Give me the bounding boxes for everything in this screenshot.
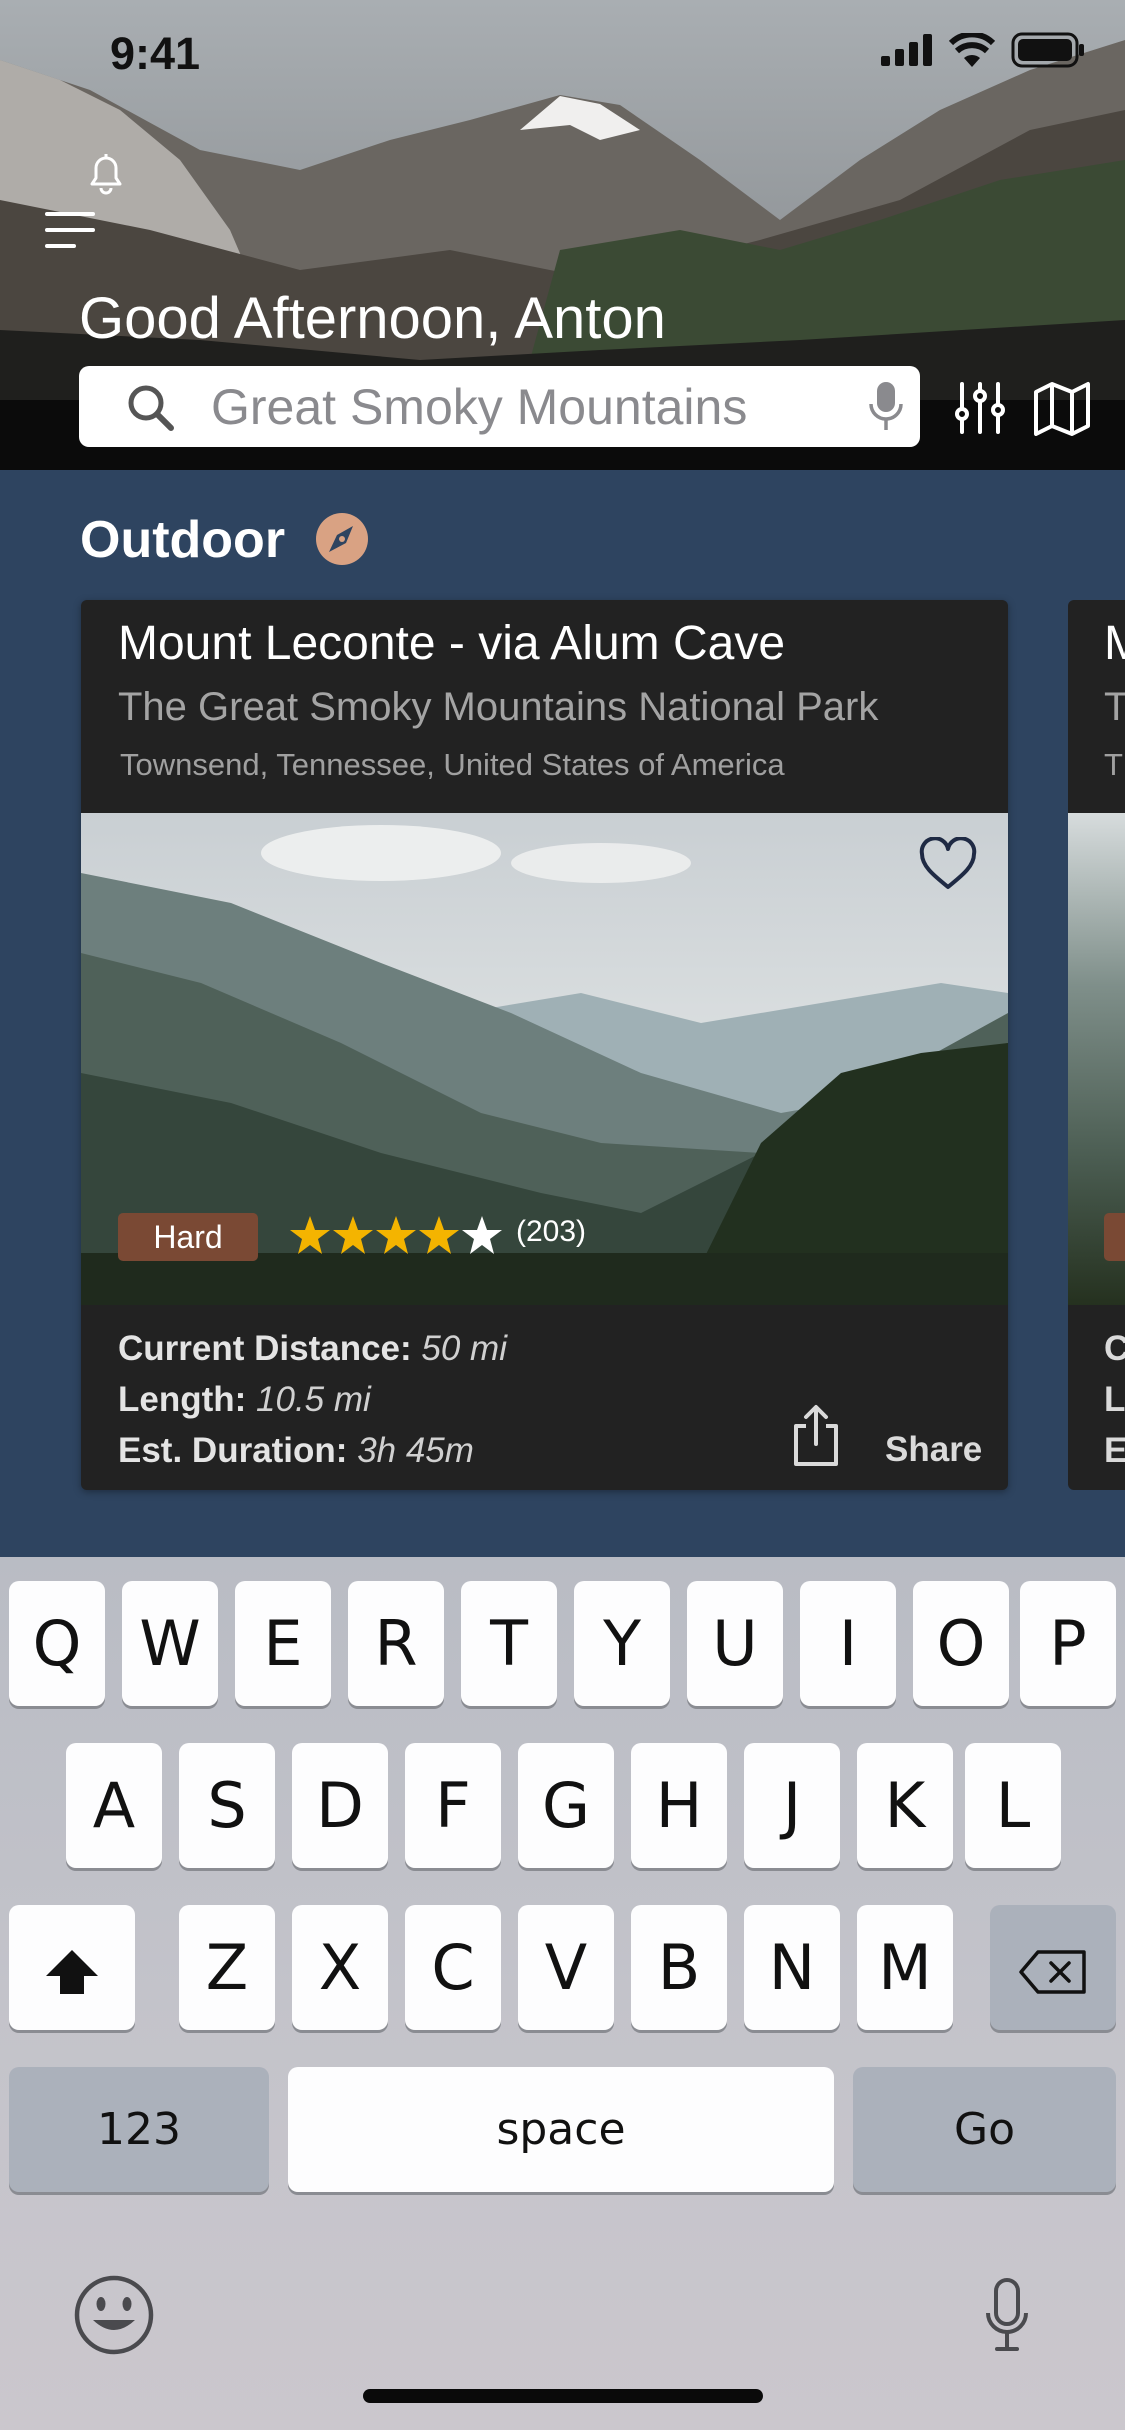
trail-title: Mount Leconte - via Alum Cave bbox=[118, 617, 786, 670]
home-indicator[interactable] bbox=[363, 2389, 763, 2403]
greeting: Good Afternoon, Anton bbox=[79, 286, 666, 351]
key-q[interactable]: Q bbox=[9, 1581, 105, 1706]
wifi-icon bbox=[949, 33, 995, 67]
key-j[interactable]: J bbox=[744, 1743, 840, 1868]
distance-row: Current Distance: 50 mi bbox=[118, 1323, 507, 1374]
share-button[interactable]: Share bbox=[885, 1430, 982, 1470]
key-l[interactable]: L bbox=[965, 1743, 1061, 1868]
key-u[interactable]: U bbox=[687, 1581, 783, 1706]
trail-park: The Great Smoky Mountains National Park bbox=[118, 685, 879, 729]
shift-icon bbox=[46, 1949, 98, 1994]
search-value[interactable]: Great Smoky Mountains bbox=[211, 378, 747, 436]
length-value: 10.5 mi bbox=[256, 1380, 371, 1419]
microphone-icon[interactable] bbox=[985, 2277, 1029, 2355]
length-row: Length: 10.5 mi bbox=[118, 1374, 507, 1425]
search-input[interactable]: Great Smoky Mountains bbox=[79, 366, 920, 447]
star-icon bbox=[376, 1216, 416, 1254]
key-v[interactable]: V bbox=[518, 1905, 614, 2030]
star-icon bbox=[419, 1216, 459, 1254]
duration-label: Est. Duration: bbox=[118, 1431, 348, 1470]
star-rating bbox=[289, 1215, 503, 1255]
trail-info: Current Distance: 50 mi Length: 10.5 mi … bbox=[118, 1323, 507, 1476]
status-time: 9:41 bbox=[110, 28, 201, 79]
star-icon bbox=[290, 1216, 330, 1254]
difficulty-badge: Hard bbox=[118, 1213, 258, 1261]
go-key[interactable]: Go bbox=[853, 2067, 1116, 2192]
key-d[interactable]: D bbox=[292, 1743, 388, 1868]
key-m[interactable]: M bbox=[857, 1905, 953, 2030]
next-duration-initial: E bbox=[1104, 1431, 1125, 1470]
delete-key[interactable] bbox=[990, 1905, 1116, 2030]
key-t[interactable]: T bbox=[461, 1581, 557, 1706]
trail-photo: Hard (203) bbox=[81, 813, 1008, 1305]
trail-card-next[interactable]: M T T C L E bbox=[1068, 600, 1125, 1490]
key-s[interactable]: S bbox=[179, 1743, 275, 1868]
header: 9:41 Good Afternoon, Anton Great Smoky M… bbox=[0, 0, 1125, 470]
distance-value: 50 mi bbox=[421, 1329, 507, 1368]
key-a[interactable]: A bbox=[66, 1743, 162, 1868]
space-key[interactable]: space bbox=[288, 2067, 834, 2192]
section-title: Outdoor bbox=[80, 511, 286, 569]
length-label: Length: bbox=[118, 1380, 247, 1419]
key-r[interactable]: R bbox=[348, 1581, 444, 1706]
duration-row: Est. Duration: 3h 45m bbox=[118, 1425, 507, 1476]
heart-icon[interactable] bbox=[918, 837, 978, 893]
key-y[interactable]: Y bbox=[574, 1581, 670, 1706]
map-icon[interactable] bbox=[1032, 380, 1092, 436]
key-k[interactable]: K bbox=[857, 1743, 953, 1868]
emoji-icon[interactable] bbox=[73, 2274, 155, 2356]
status-icons bbox=[881, 32, 1085, 68]
trail-location: Townsend, Tennessee, United States of Am… bbox=[120, 747, 785, 782]
star-icon bbox=[333, 1216, 373, 1254]
next-location-initial: T bbox=[1104, 747, 1123, 782]
key-i[interactable]: I bbox=[800, 1581, 896, 1706]
next-difficulty-badge bbox=[1104, 1213, 1125, 1261]
key-n[interactable]: N bbox=[744, 1905, 840, 2030]
next-length-initial: L bbox=[1104, 1380, 1125, 1419]
review-count: (203) bbox=[516, 1215, 587, 1248]
trail-card[interactable]: Mount Leconte - via Alum Cave The Great … bbox=[81, 600, 1008, 1490]
share-icon[interactable] bbox=[788, 1404, 844, 1468]
microphone-icon[interactable] bbox=[868, 380, 904, 432]
key-c[interactable]: C bbox=[405, 1905, 501, 2030]
bell-icon[interactable] bbox=[82, 148, 130, 196]
key-h[interactable]: H bbox=[631, 1743, 727, 1868]
next-park-initial: T bbox=[1104, 685, 1125, 729]
star-icon bbox=[462, 1216, 502, 1254]
key-p[interactable]: P bbox=[1020, 1581, 1116, 1706]
filter-sliders-icon[interactable] bbox=[952, 380, 1008, 436]
compass-icon bbox=[316, 513, 368, 565]
distance-label: Current Distance: bbox=[118, 1329, 412, 1368]
signal-icon bbox=[881, 34, 932, 66]
next-distance-initial: C bbox=[1104, 1329, 1125, 1368]
next-title-initial: M bbox=[1104, 617, 1125, 670]
key-b[interactable]: B bbox=[631, 1905, 727, 2030]
key-w[interactable]: W bbox=[122, 1581, 218, 1706]
battery-icon bbox=[1011, 32, 1084, 68]
key-f[interactable]: F bbox=[405, 1743, 501, 1868]
duration-value: 3h 45m bbox=[357, 1431, 474, 1470]
key-g[interactable]: G bbox=[518, 1743, 614, 1868]
menu-icon[interactable] bbox=[44, 208, 96, 254]
search-icon bbox=[128, 385, 174, 431]
key-z[interactable]: Z bbox=[179, 1905, 275, 2030]
keyboard: Q W E R T Y U I O P A S D F G H J K L Z … bbox=[0, 1557, 1125, 2430]
shift-key[interactable] bbox=[9, 1905, 135, 2030]
delete-icon bbox=[1019, 1950, 1086, 1994]
key-o[interactable]: O bbox=[913, 1581, 1009, 1706]
key-x[interactable]: X bbox=[292, 1905, 388, 2030]
key-e[interactable]: E bbox=[235, 1581, 331, 1706]
numbers-key[interactable]: 123 bbox=[9, 2067, 269, 2192]
